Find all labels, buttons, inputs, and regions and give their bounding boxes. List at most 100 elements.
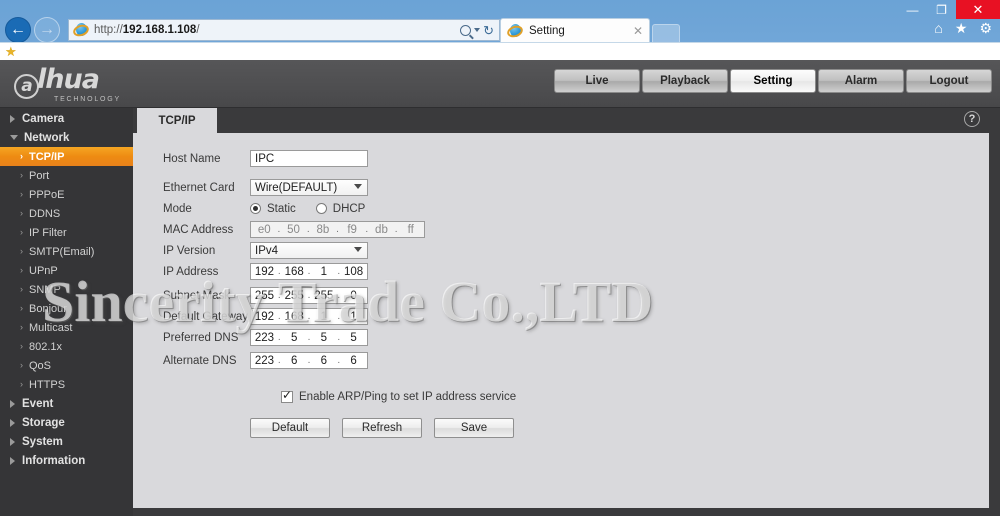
chevron-right-icon: › [20,341,23,351]
sidebar-item-tcpip[interactable]: › TCP/IP [0,147,133,166]
ip-seg-0[interactable]: 192 [251,266,278,278]
sidebar-item-label: HTTPS [29,378,66,391]
radio-static[interactable] [250,203,261,214]
mac-address-label: MAC Address [163,223,234,236]
nav-live[interactable]: Live [554,69,640,93]
mac-seg-4: db [375,223,388,236]
arp-ping-row[interactable]: Enable ARP/Ping to set IP address servic… [281,389,516,403]
adns-seg-0[interactable]: 223 [251,355,278,367]
sidebar-group-camera[interactable]: Camera [0,109,133,128]
subnet-mask-input[interactable]: 255 . 255 . 255 . 0 [250,287,368,304]
pdns-seg-1[interactable]: 5 [281,332,308,344]
preferred-dns-input[interactable]: 223 . 5 . 5 . 5 [250,329,368,346]
sidebar-item-port[interactable]: › Port [0,166,133,185]
radio-dhcp[interactable] [315,203,327,214]
sidebar-item-ddns[interactable]: › DDNS [0,204,133,223]
nav-playback[interactable]: Playback [642,69,728,93]
refresh-icon[interactable]: ↻ [483,24,494,37]
subnet-seg-0[interactable]: 255 [251,290,278,302]
pdns-seg-3[interactable]: 5 [340,332,367,344]
mode-field-wrap: Static DHCP [250,203,365,215]
triangle-right-icon [10,418,15,427]
sidebar-item-smtp-email[interactable]: › SMTP(Email) [0,242,133,261]
maximize-button[interactable]: ❐ [927,0,956,19]
adns-seg-1[interactable]: 6 [281,355,308,367]
ip-seg-1[interactable]: 168 [281,266,308,278]
new-tab-button[interactable] [652,24,680,43]
ip-address-input[interactable]: 192 . 168 . 1 . 108 [250,263,368,280]
ip-version-field-wrap: IPv4 [250,242,368,259]
gear-icon[interactable]: ⚙ [979,21,992,35]
sidebar-item-label: Multicast [29,321,73,334]
sidebar-item-multicast[interactable]: › Multicast [0,318,133,337]
default-button[interactable]: Default [250,418,330,438]
subnet-seg-2[interactable]: 255 [310,290,337,302]
adns-seg-2[interactable]: 6 [310,355,337,367]
nav-setting[interactable]: Setting [730,69,816,93]
subnet-mask-field-wrap: 255 . 255 . 255 . 0 [250,287,368,304]
sidebar-group-event[interactable]: Event [0,394,133,413]
save-button[interactable]: Save [434,418,514,438]
favorites-star-icon[interactable]: ★ [955,21,968,35]
tab-label: Setting [529,25,565,37]
sidebar-group-label: Camera [22,112,65,125]
minimize-button[interactable]: — [898,0,927,19]
sidebar-item-8021x[interactable]: › 802.1x [0,337,133,356]
sidebar-item-ip-filter[interactable]: › IP Filter [0,223,133,242]
tab-tcpip[interactable]: TCP/IP [137,108,217,133]
ip-seg-3[interactable]: 108 [340,266,367,278]
ethernet-card-select[interactable]: Wire(DEFAULT) [250,179,368,196]
address-bar[interactable]: http://192.168.1.108/ ↻ [68,19,500,41]
host-name-input[interactable]: IPC [250,150,368,167]
pdns-seg-0[interactable]: 223 [251,332,278,344]
sidebar-item-upnp[interactable]: › UPnP [0,261,133,280]
nav-alarm[interactable]: Alarm [818,69,904,93]
alternate-dns-field-wrap: 223 . 6 . 6 . 6 [250,352,368,369]
subnet-seg-1[interactable]: 255 [281,290,308,302]
tab-favicon-icon [505,23,525,40]
default-gateway-input[interactable]: 192 . 168 . 1 . 1 [250,308,368,325]
mac-seg-2: 8b [316,223,330,236]
subnet-seg-3[interactable]: 0 [340,290,367,302]
sidebar-group-information[interactable]: Information [0,451,133,470]
favorites-bar: ★ [0,42,1000,60]
tab-close-icon[interactable]: ✕ [633,25,643,37]
help-icon[interactable]: ? [964,111,980,127]
back-button[interactable]: ← [5,17,31,43]
nav-logout[interactable]: Logout [906,69,992,93]
arp-ping-checkbox[interactable] [281,389,293,403]
forward-button[interactable]: → [34,17,60,43]
favorites-bar-star-icon[interactable]: ★ [5,45,17,58]
gateway-seg-1[interactable]: 168 [281,311,308,323]
search-icon[interactable] [460,24,472,36]
ip-seg-2[interactable]: 1 [310,266,337,278]
sidebar-group-network[interactable]: Network [0,128,133,147]
refresh-button[interactable]: Refresh [342,418,422,438]
sidebar-item-https[interactable]: › HTTPS [0,375,133,394]
chevron-down-icon[interactable] [474,28,481,32]
sidebar-group-system[interactable]: System [0,432,133,451]
gateway-seg-3[interactable]: 1 [340,311,367,323]
sidebar-item-label: Port [29,169,50,182]
adns-seg-3[interactable]: 6 [340,355,367,367]
window-controls: — ❐ ✕ [898,0,1000,19]
sidebar-item-bonjour[interactable]: › Bonjour [0,299,133,318]
sidebar-item-pppoe[interactable]: › PPPoE [0,185,133,204]
sidebar-group-storage[interactable]: Storage [0,413,133,432]
alternate-dns-input[interactable]: 223 . 6 . 6 . 6 [250,352,368,369]
home-icon[interactable]: ⌂ [934,21,942,35]
gateway-seg-2[interactable]: 1 [310,311,337,323]
triangle-right-icon [10,399,15,408]
chevron-right-icon: › [20,303,23,313]
tab-setting[interactable]: Setting ✕ [500,18,650,43]
url-suffix: / [196,24,200,36]
sidebar-item-qos[interactable]: › QoS [0,356,133,375]
ethernet-card-label: Ethernet Card [163,181,235,194]
sidebar-item-snmp[interactable]: › SNMP [0,280,133,299]
tab-strip: Setting ✕ [500,17,680,43]
ip-version-select[interactable]: IPv4 [250,242,368,259]
sidebar-item-label: TCP/IP [29,150,65,163]
close-button[interactable]: ✕ [956,0,1000,19]
pdns-seg-2[interactable]: 5 [310,332,337,344]
gateway-seg-0[interactable]: 192 [251,311,278,323]
